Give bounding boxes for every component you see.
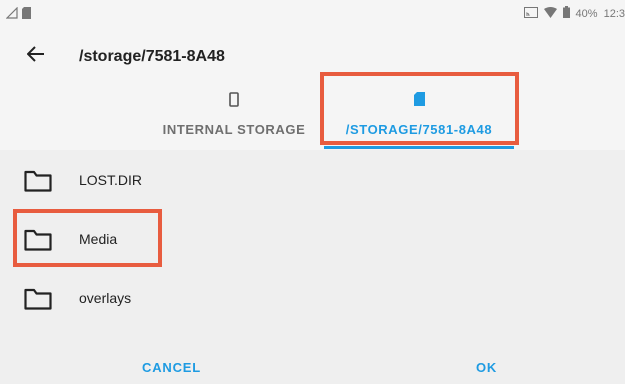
tab-sd-card-label: /STORAGE/7581-8A48 bbox=[345, 122, 493, 137]
back-button[interactable] bbox=[24, 44, 48, 68]
folder-name: LOST.DIR bbox=[79, 172, 143, 188]
list-item[interactable]: LOST.DIR bbox=[0, 151, 625, 210]
cast-icon bbox=[523, 6, 538, 21]
dialog-actions: CANCEL OK bbox=[0, 340, 625, 384]
folder-name: Media bbox=[79, 231, 118, 247]
top-app-bar: 40% 12:3 /storage/7581-8A48 INTERNAL STO… bbox=[0, 0, 625, 150]
title-row: /storage/7581-8A48 bbox=[0, 40, 625, 76]
signal-icon bbox=[5, 6, 18, 24]
sd-card-icon bbox=[413, 92, 425, 108]
phone-icon bbox=[229, 92, 239, 108]
page-title: /storage/7581-8A48 bbox=[79, 48, 225, 65]
sd-card-small-icon bbox=[22, 6, 31, 24]
folder-list: LOST.DIR Media overlays bbox=[0, 151, 625, 328]
folder-icon bbox=[24, 229, 52, 251]
status-bar: 40% 12:3 bbox=[0, 0, 625, 28]
wifi-icon bbox=[543, 6, 557, 21]
list-item[interactable]: overlays bbox=[0, 269, 625, 328]
battery-percent: 40% bbox=[575, 7, 598, 20]
storage-tabs: INTERNAL STORAGE /STORAGE/7581-8A48 bbox=[0, 84, 625, 148]
folder-name: overlays bbox=[79, 290, 132, 306]
folder-icon bbox=[24, 288, 52, 310]
clock: 12:3 bbox=[603, 7, 625, 20]
tab-sd-card[interactable]: /STORAGE/7581-8A48 bbox=[324, 84, 514, 148]
tab-internal-storage-label: INTERNAL STORAGE bbox=[162, 122, 306, 137]
list-item[interactable]: Media bbox=[0, 210, 625, 269]
tab-internal-storage[interactable]: INTERNAL STORAGE bbox=[150, 84, 318, 148]
battery-icon bbox=[562, 6, 570, 21]
folder-icon bbox=[24, 170, 52, 192]
arrow-left-icon bbox=[26, 45, 45, 67]
selected-tab-indicator bbox=[324, 146, 514, 149]
cancel-button[interactable]: CANCEL bbox=[142, 360, 201, 375]
ok-button[interactable]: OK bbox=[476, 360, 497, 375]
